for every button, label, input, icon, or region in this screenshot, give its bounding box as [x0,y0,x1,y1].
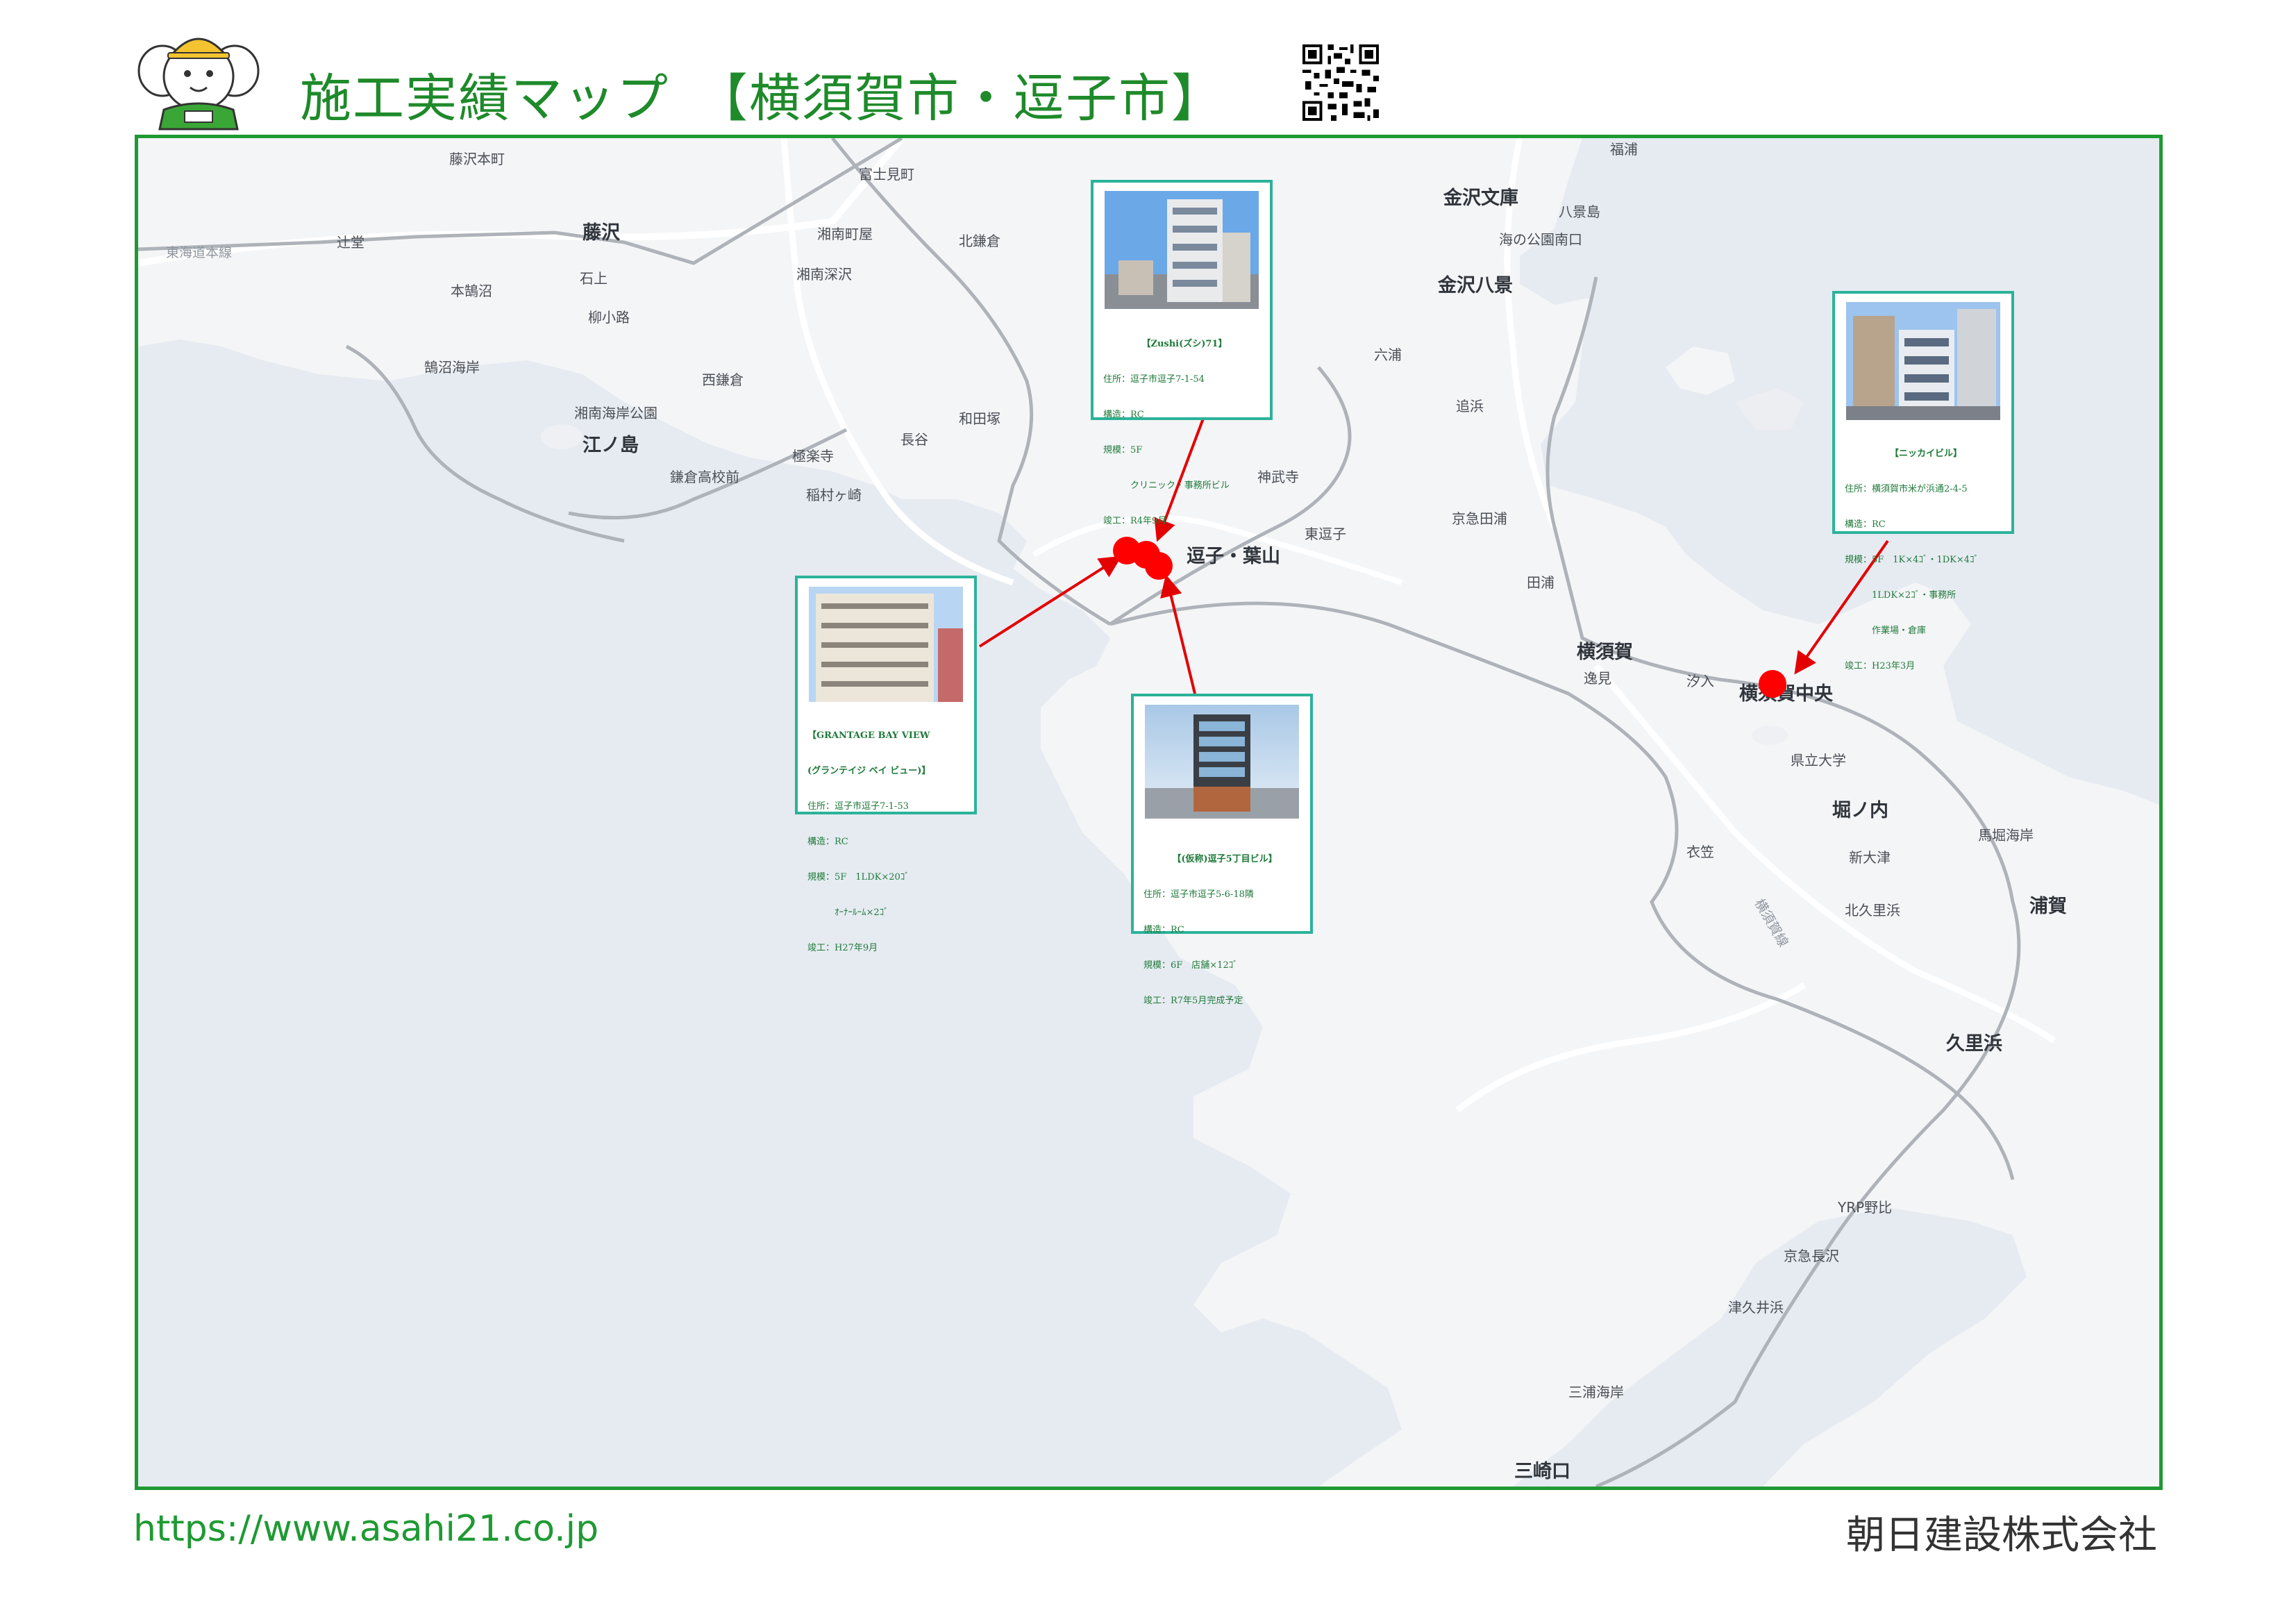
qr-code-icon [1300,42,1382,124]
website-link[interactable]: https://www.asahi21.co.jp [133,1508,598,1550]
project-scale: 規模：5F 1LDK×20ｺﾞ [807,872,910,882]
building-rendering [1145,705,1299,819]
project-name-kana: (グランテイジ ベイ ビュー)】 [807,766,931,776]
project-completion: 竣工：R7年5月完成予定 [1143,996,1243,1006]
project-completion: 竣工：H27年9月 [807,943,878,953]
project-structure: 構造：RC [807,837,848,847]
project-name: 【GRANTAGE BAY VIEW [807,730,930,741]
building-photo [1846,302,2000,420]
project-scale-detail: ｵｰﾅｰﾙｰﾑ×2ｺﾞ [807,907,889,918]
project-scale-detail: 1LDK×2ｺﾞ・事務所 [1845,590,1956,601]
company-name: 朝日建設株式会社 [1846,1513,2157,1558]
project-scale: 規模：5F [1103,445,1143,455]
elephant-mascot-icon [137,37,260,131]
building-photo [809,587,963,702]
project-scale-detail-2: 作業場・倉庫 [1845,626,1927,636]
project-structure: 構造：RC [1845,519,1886,530]
page-title: 施工実績マップ 【横須賀市・逗子市】 [300,69,1224,128]
project-name: 【Zushi(ズシ)71】 [1141,339,1227,349]
project-structure: 構造：RC [1103,410,1144,420]
project-address: 住所：横須賀市米が浜通2-4-5 [1845,484,1968,494]
project-completion: 竣工：H23年3月 [1845,661,1916,671]
project-pin-yokosuka[interactable] [1759,670,1786,698]
project-scale-detail: クリニック・事務所ビル [1103,480,1230,491]
project-address: 住所：逗子市逗子7-1-53 [807,801,909,812]
project-scale: 規模：5F 1K×4ｺﾞ・1DK×4ｺﾞ [1845,555,1979,565]
project-structure: 構造：RC [1143,925,1184,935]
project-name: 【(仮称)逗子5丁目ビル】 [1172,854,1277,864]
project-card-zushi5chome[interactable]: 【(仮称)逗子5丁目ビル】 住所：逗子市逗子5-6-18隣 構造：RC 規模：6… [1131,694,1313,1006]
project-name: 【ニッカイビル】 [1889,449,1962,459]
project-address: 住所：逗子市逗子5-6-18隣 [1143,889,1254,900]
project-card-zushi71[interactable]: 【Zushi(ズシ)71】 住所：逗子市逗子7-1-54 構造：RC 規模：5F… [1091,180,1273,526]
project-pin-zushi-3[interactable] [1145,552,1173,580]
project-card-nikkai[interactable]: 【ニッカイビル】 住所：横須賀市米が浜通2-4-5 構造：RC 規模：5F 1K… [1832,291,2014,671]
project-completion: 竣工：R4年9月 [1103,516,1167,526]
project-scale: 規模：6F 店舗×12ｺﾞ [1143,960,1238,971]
building-photo [1105,191,1259,309]
project-card-grantage[interactable]: 【GRANTAGE BAY VIEW (グランテイジ ベイ ビュー)】 住所：逗… [795,576,977,953]
project-address: 住所：逗子市逗子7-1-54 [1103,374,1205,385]
map-area[interactable]: 藤沢本町 富士見町 藤沢 東海道本線 辻堂 湘南町屋 北鎌倉 石上 本鵠沼 湘南… [135,135,2163,1490]
